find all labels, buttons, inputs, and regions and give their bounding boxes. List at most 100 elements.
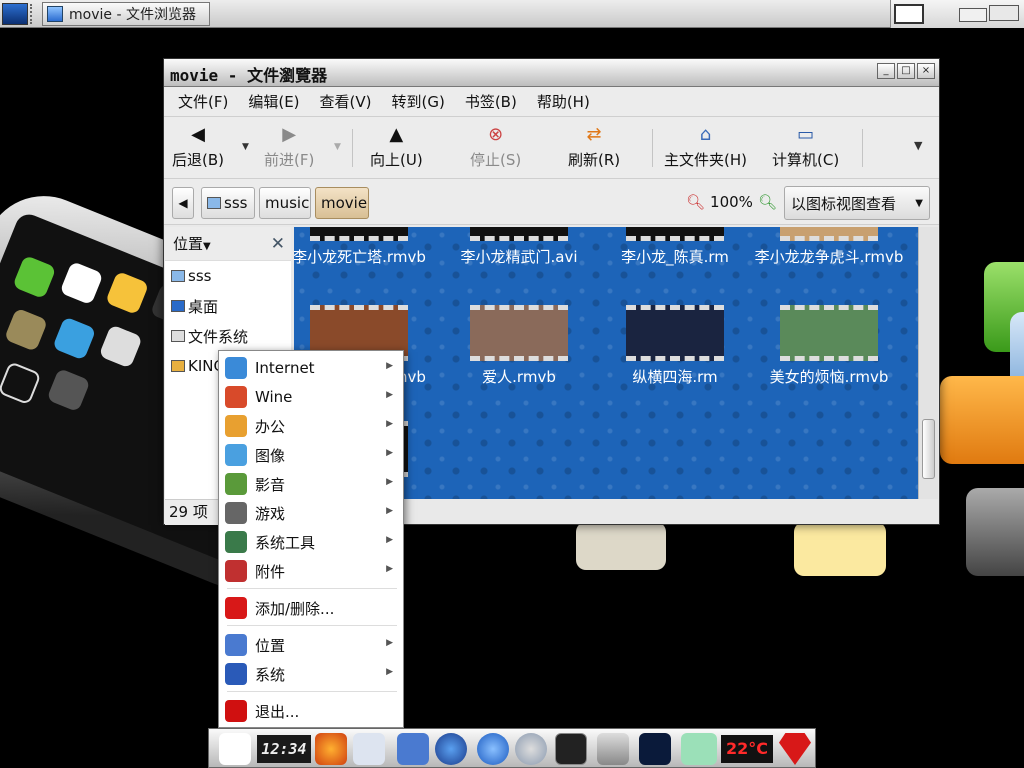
toolbar-separator — [352, 129, 353, 167]
music-player-icon[interactable] — [515, 733, 547, 765]
sidebar-item-desktop[interactable]: 桌面 — [165, 291, 291, 321]
taskbar-window-title: movie - 文件浏览器 — [69, 7, 196, 23]
mail-icon[interactable] — [353, 733, 385, 765]
file-name: 李小龙精武门.avi — [460, 248, 578, 266]
zoom-in-icon[interactable]: 🔍︎ — [758, 193, 777, 211]
crumb-label: movie — [321, 194, 368, 212]
workspace-2[interactable] — [989, 5, 1019, 21]
forward-history-dropdown-icon[interactable]: ▼ — [334, 142, 341, 152]
menu-view[interactable]: 查看(V) — [320, 91, 372, 112]
main-menu-icon[interactable] — [2, 3, 28, 25]
menu-item-label: Internet — [255, 359, 315, 377]
zoom-out-icon[interactable]: 🔍︎ — [686, 193, 705, 211]
menu-item-label: 图像 — [255, 446, 286, 465]
workspace-1[interactable] — [959, 8, 987, 22]
menu-item-heart[interactable]: 添加/删除... — [225, 594, 399, 622]
temperature-display[interactable]: 22°C — [721, 735, 773, 763]
menu-item-wine[interactable]: Wine ▶ — [225, 383, 399, 411]
menu-item-image[interactable]: 图像 ▶ — [225, 441, 399, 469]
linux-penguin-icon[interactable] — [219, 733, 251, 765]
menu-edit[interactable]: 编辑(E) — [248, 91, 299, 112]
network-globe-icon[interactable] — [477, 733, 509, 765]
file-item[interactable]: 李小龙死亡塔.rmvb — [294, 227, 434, 267]
toolbar-separator — [652, 129, 653, 167]
terminal-icon[interactable] — [555, 733, 587, 765]
file-name: 爱人.rmvb — [482, 368, 556, 386]
menu-item-system-tools[interactable]: 系统工具 ▶ — [225, 528, 399, 556]
menu-item-office[interactable]: 办公 ▶ — [225, 412, 399, 440]
menu-item-game[interactable]: 游戏 ▶ — [225, 499, 399, 527]
menu-item-logout[interactable]: 退出... — [225, 697, 399, 725]
maximize-button[interactable]: □ — [897, 63, 915, 79]
sidebar-item-sss[interactable]: sss — [165, 261, 291, 291]
vertical-scrollbar[interactable] — [918, 227, 938, 499]
file-item[interactable]: 美女的烦恼.rmvb — [754, 305, 904, 387]
close-button[interactable]: × — [917, 63, 935, 79]
up-arrow-icon: ▲ — [389, 124, 404, 145]
back-history-dropdown-icon[interactable]: ▼ — [242, 142, 249, 152]
file-item[interactable]: 纵横四海.rm — [600, 305, 750, 387]
file-item[interactable]: 李小龙精武门.avi — [444, 227, 594, 267]
ruby-icon[interactable] — [779, 733, 811, 765]
video-thumbnail-icon — [780, 305, 878, 361]
submenu-arrow-icon: ▶ — [386, 506, 393, 516]
file-item[interactable]: 李小龙_陈真.rm — [600, 227, 750, 267]
logout-icon — [225, 700, 247, 722]
menu-help[interactable]: 帮助(H) — [537, 91, 590, 112]
up-label: 向上(U) — [370, 151, 423, 169]
memory-monitor-icon[interactable] — [681, 733, 717, 765]
messenger-icon[interactable] — [435, 733, 467, 765]
menu-item-media[interactable]: 影音 ▶ — [225, 470, 399, 498]
menu-item-places[interactable]: 位置 ▶ — [225, 631, 399, 659]
device-icon[interactable] — [894, 4, 924, 24]
workspace-switcher — [890, 0, 1024, 28]
view-mode-select[interactable]: 以图标视图查看 ▼ — [784, 186, 930, 220]
home-button[interactable]: ⌂ 主文件夹(H) — [664, 125, 747, 170]
firefox-icon[interactable] — [315, 733, 347, 765]
computer-button[interactable]: ▭ 计算机(C) — [772, 125, 839, 170]
home-folder-icon[interactable] — [397, 733, 429, 765]
zoom-level[interactable]: 100% — [710, 193, 753, 211]
toolbar: ◀ 后退(B) ▼ ▶ 前进(F) ▼ ▲ 向上(U) ⊗ 停止(S) ⇄ 刷新… — [164, 117, 939, 179]
reload-button[interactable]: ⇄ 刷新(R) — [568, 125, 620, 170]
stop-button[interactable]: ⊗ 停止(S) — [470, 125, 521, 170]
menu-separator — [227, 691, 397, 692]
menu-bookmarks[interactable]: 书签(B) — [465, 91, 517, 112]
clock[interactable]: 12:34 — [257, 735, 311, 763]
calculator-icon — [46, 367, 91, 413]
trash-icon[interactable] — [597, 733, 629, 765]
panel-grip-handle[interactable] — [30, 4, 36, 24]
window-title: movie - 文件瀏覽器 — [170, 66, 328, 85]
window-titlebar[interactable]: movie - 文件瀏覽器 _ □ × — [164, 59, 939, 87]
menu-item-accessories[interactable]: 附件 ▶ — [225, 557, 399, 585]
close-icon[interactable]: ✕ — [271, 234, 285, 254]
game-icon — [225, 502, 247, 524]
side-pane-selector[interactable]: 位置▼ — [173, 233, 211, 254]
menu-item-label: 办公 — [255, 417, 286, 436]
toolbar-overflow-icon[interactable]: ▼ — [914, 139, 922, 152]
sidebar-item-filesystem[interactable]: 文件系统 — [165, 321, 291, 351]
video-thumbnail-icon — [470, 227, 568, 241]
menu-item-globe[interactable]: Internet ▶ — [225, 354, 399, 382]
crumb-music[interactable]: music — [259, 187, 311, 219]
file-item[interactable]: 爱人.rmvb — [444, 305, 594, 387]
back-button[interactable]: ◀ 后退(B) — [172, 125, 224, 170]
menu-go[interactable]: 转到(G) — [392, 91, 445, 112]
scrollbar-thumb[interactable] — [922, 419, 935, 479]
view-mode-value: 以图标视图查看 — [791, 194, 897, 213]
crumb-movie[interactable]: movie — [315, 187, 369, 219]
submenu-arrow-icon: ▶ — [386, 638, 393, 648]
path-left-arrow-icon[interactable]: ◀ — [172, 187, 194, 219]
sidebar-item-label: 文件系统 — [188, 327, 249, 346]
file-item[interactable]: 李小龙龙争虎斗.rmvb — [754, 227, 904, 267]
notes-tile-icon — [794, 522, 886, 576]
crumb-sss[interactable]: sss — [201, 187, 255, 219]
minimize-button[interactable]: _ — [877, 63, 895, 79]
video-thumbnail-icon — [310, 227, 408, 241]
up-button[interactable]: ▲ 向上(U) — [370, 125, 423, 170]
forward-button[interactable]: ▶ 前进(F) — [264, 125, 314, 170]
taskbar-window-button[interactable]: movie - 文件浏览器 — [42, 2, 210, 26]
menu-item-system[interactable]: 系统 ▶ — [225, 660, 399, 688]
menu-file[interactable]: 文件(F) — [178, 91, 228, 112]
cpu-monitor-icon[interactable] — [639, 733, 671, 765]
